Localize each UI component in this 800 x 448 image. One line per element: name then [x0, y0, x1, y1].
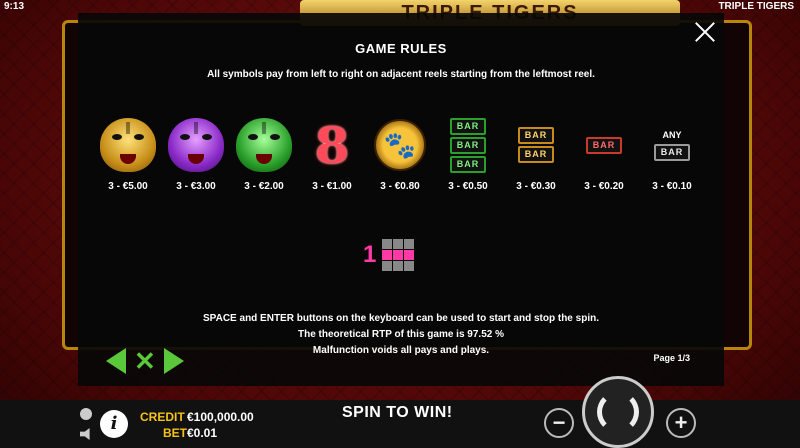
symbol-single-bar: BAR 3 - €0.20 [570, 117, 638, 192]
spin-arrows-icon [597, 391, 639, 433]
info-button[interactable]: i [100, 410, 128, 438]
symbol-payout: 3 - €0.20 [584, 181, 624, 192]
close-rules-icon[interactable]: ✕ [134, 348, 156, 374]
symbol-payout: 3 - €0.80 [380, 181, 420, 192]
rules-title: GAME RULES [355, 41, 447, 56]
info-line: SPACE and ENTER buttons on the keyboard … [203, 313, 599, 324]
game-name-label: TRIPLE TIGERS [718, 1, 794, 12]
payline-indicator: 1 [363, 235, 423, 275]
page-indicator: Page 1/3 [653, 353, 690, 363]
spin-to-win-text: SPIN TO WIN! [342, 404, 453, 421]
symbol-any-bar: ANY BAR 3 - €0.10 [638, 117, 706, 193]
gold-tiger-icon [100, 118, 156, 172]
info-line: The theoretical RTP of this game is 97.5… [298, 329, 504, 340]
symbol-red-eight: 8 3 - €1.00 [298, 115, 366, 193]
spin-button[interactable] [582, 376, 654, 448]
symbol-payout: 3 - €2.00 [244, 181, 284, 192]
symbol-green-tiger: 3 - €2.00 [230, 117, 298, 192]
speaker-icon[interactable] [80, 428, 90, 440]
symbol-payout: 3 - €1.00 [312, 181, 352, 192]
payline-number: 1 [363, 241, 377, 268]
purple-tiger-icon [168, 118, 224, 172]
single-bar-icon: BAR [585, 136, 623, 154]
triple-bar-icon: BAR BAR BAR [449, 117, 487, 173]
bottom-bar: i CREDIT €100,000.00 BET €0.01 SPIN TO W… [0, 376, 800, 448]
symbol-payout: 3 - €5.00 [108, 181, 148, 192]
symbol-triple-bar: BAR BAR BAR 3 - €0.50 [434, 117, 502, 192]
symbol-purple-tiger: 3 - €3.00 [162, 117, 230, 192]
game-rules-panel: GAME RULES All symbols pay from left to … [78, 13, 724, 386]
increase-bet-button[interactable]: + [666, 408, 696, 438]
red-eight-icon: 8 [314, 115, 350, 175]
decrease-bet-button[interactable]: − [544, 408, 574, 438]
rules-subtitle: All symbols pay from left to right on ad… [207, 69, 595, 80]
green-tiger-icon [236, 118, 292, 172]
symbol-payout: 3 - €0.10 [652, 181, 692, 192]
close-button[interactable] [694, 21, 716, 43]
clock: 9:13 [4, 1, 25, 12]
symbol-double-bar: BAR BAR 3 - €0.30 [502, 117, 570, 192]
payline-grid-icon [382, 239, 415, 271]
credit-label: CREDIT [140, 410, 185, 424]
rules-navigation: ✕ [106, 348, 184, 374]
symbol-paw-coin: 🐾 3 - €0.80 [366, 117, 434, 192]
bet-label: BET [163, 426, 187, 440]
symbol-payout: 3 - €3.00 [176, 181, 216, 192]
menu-icon[interactable] [80, 408, 92, 420]
bet-value: €0.01 [187, 426, 218, 440]
symbol-payout: 3 - €0.50 [448, 181, 488, 192]
symbol-payout: 3 - €0.30 [516, 181, 556, 192]
symbol-gold-tiger: 3 - €5.00 [94, 117, 162, 192]
previous-page-button[interactable] [106, 348, 126, 374]
paw-coin-icon: 🐾 [374, 119, 426, 171]
next-page-button[interactable] [163, 348, 184, 374]
any-bar-icon: ANY BAR [653, 130, 691, 161]
double-bar-icon: BAR BAR [517, 127, 555, 163]
symbol-paytable: 3 - €5.00 3 - €3.00 3 - €2.00 8 3 - €1.0… [94, 115, 708, 201]
credit-value: €100,000.00 [187, 410, 254, 424]
